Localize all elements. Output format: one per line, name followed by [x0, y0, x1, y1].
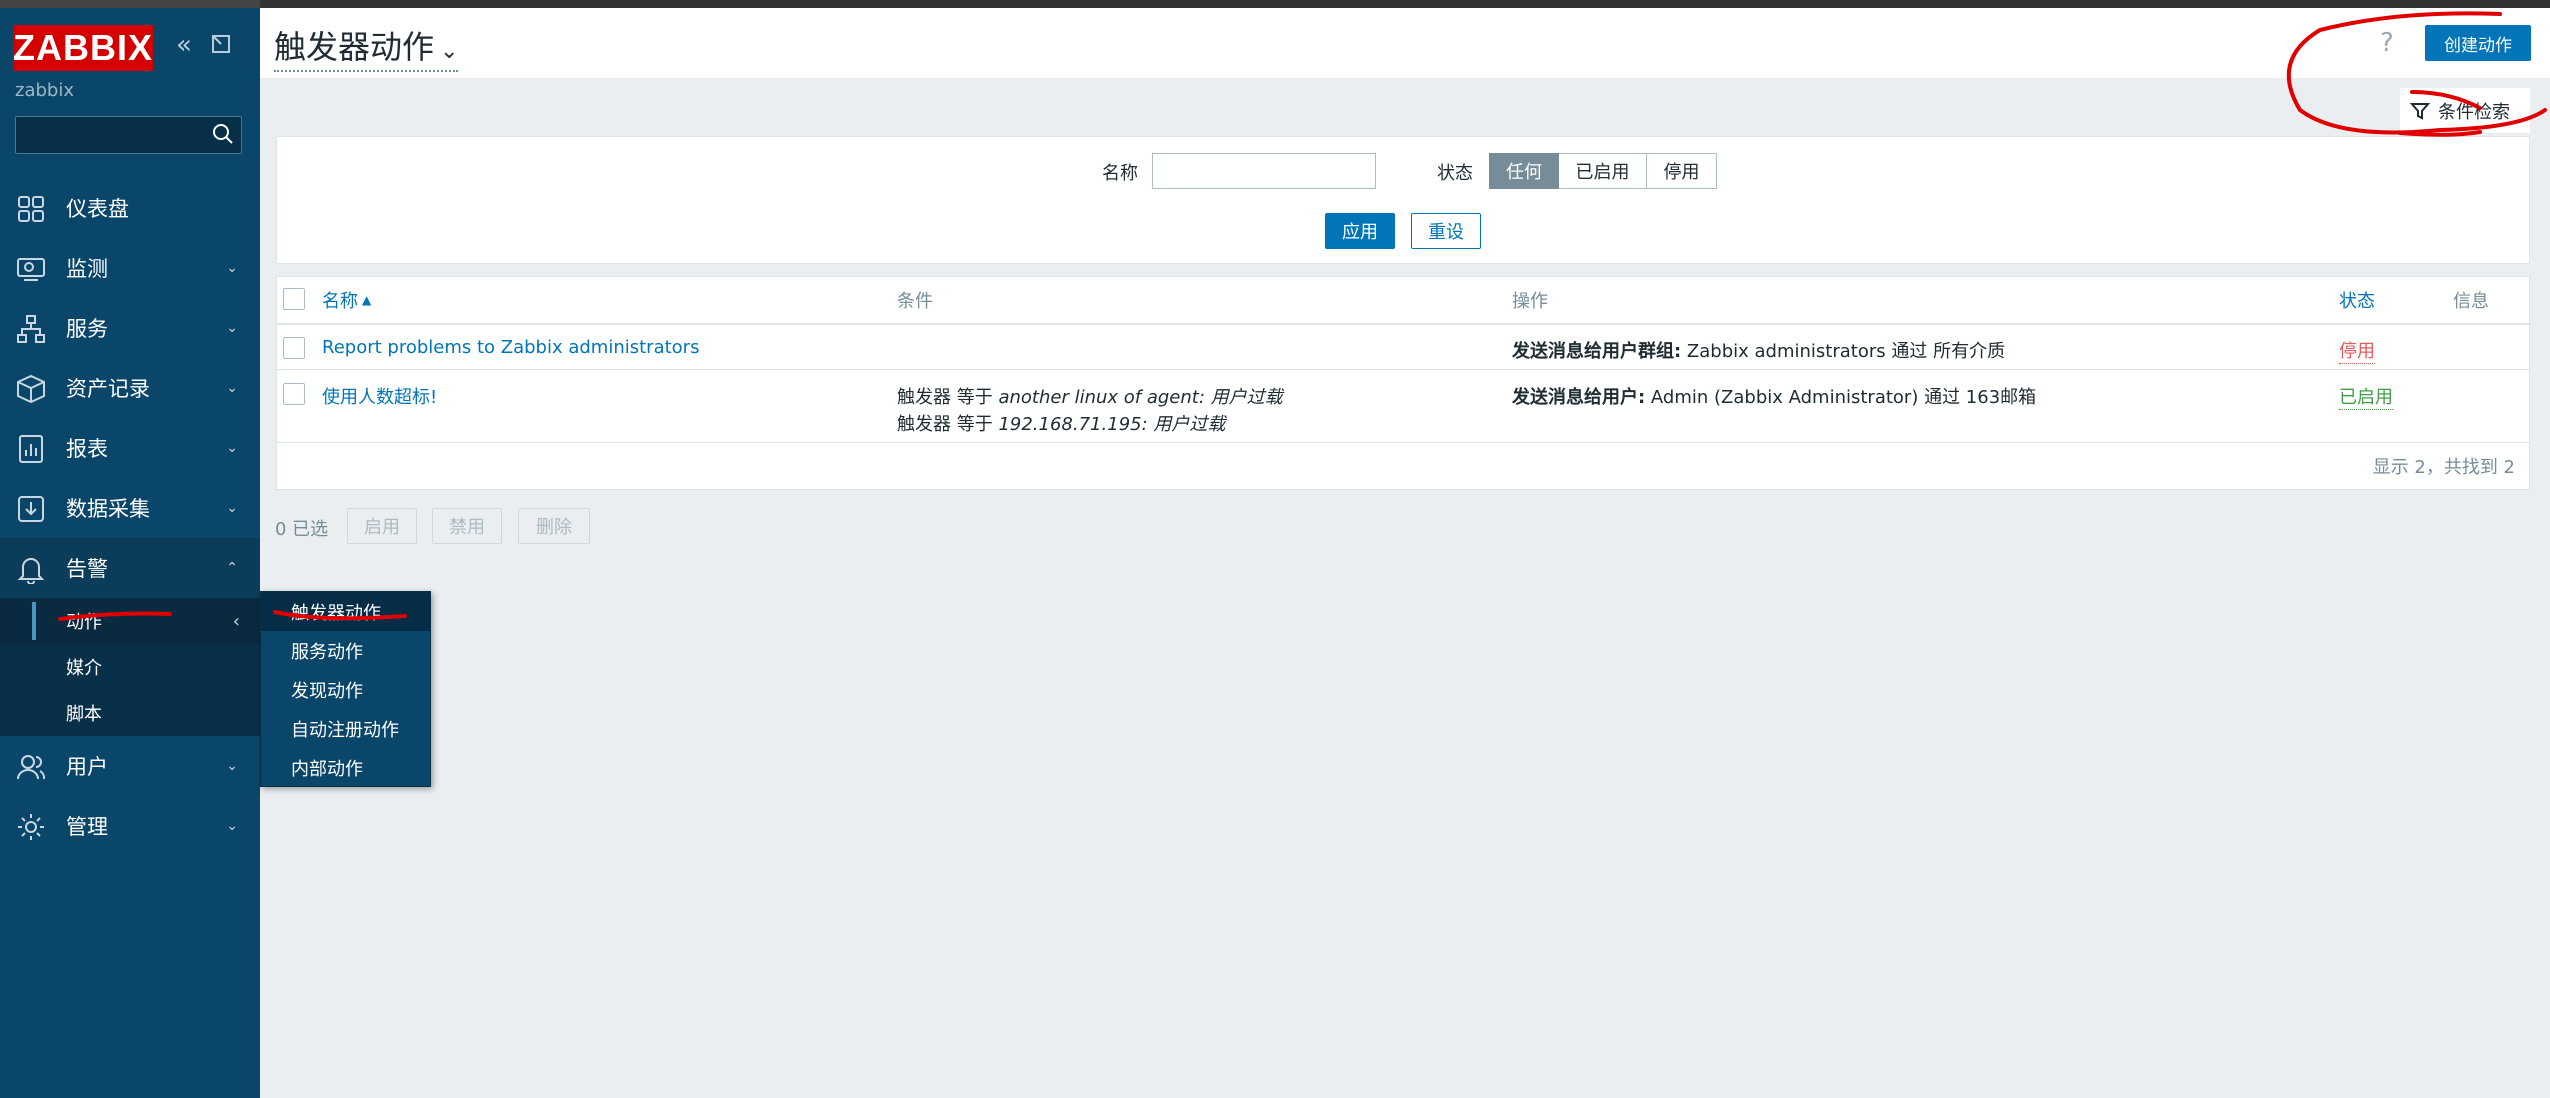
red-annotation-marks	[58, 11, 2547, 621]
